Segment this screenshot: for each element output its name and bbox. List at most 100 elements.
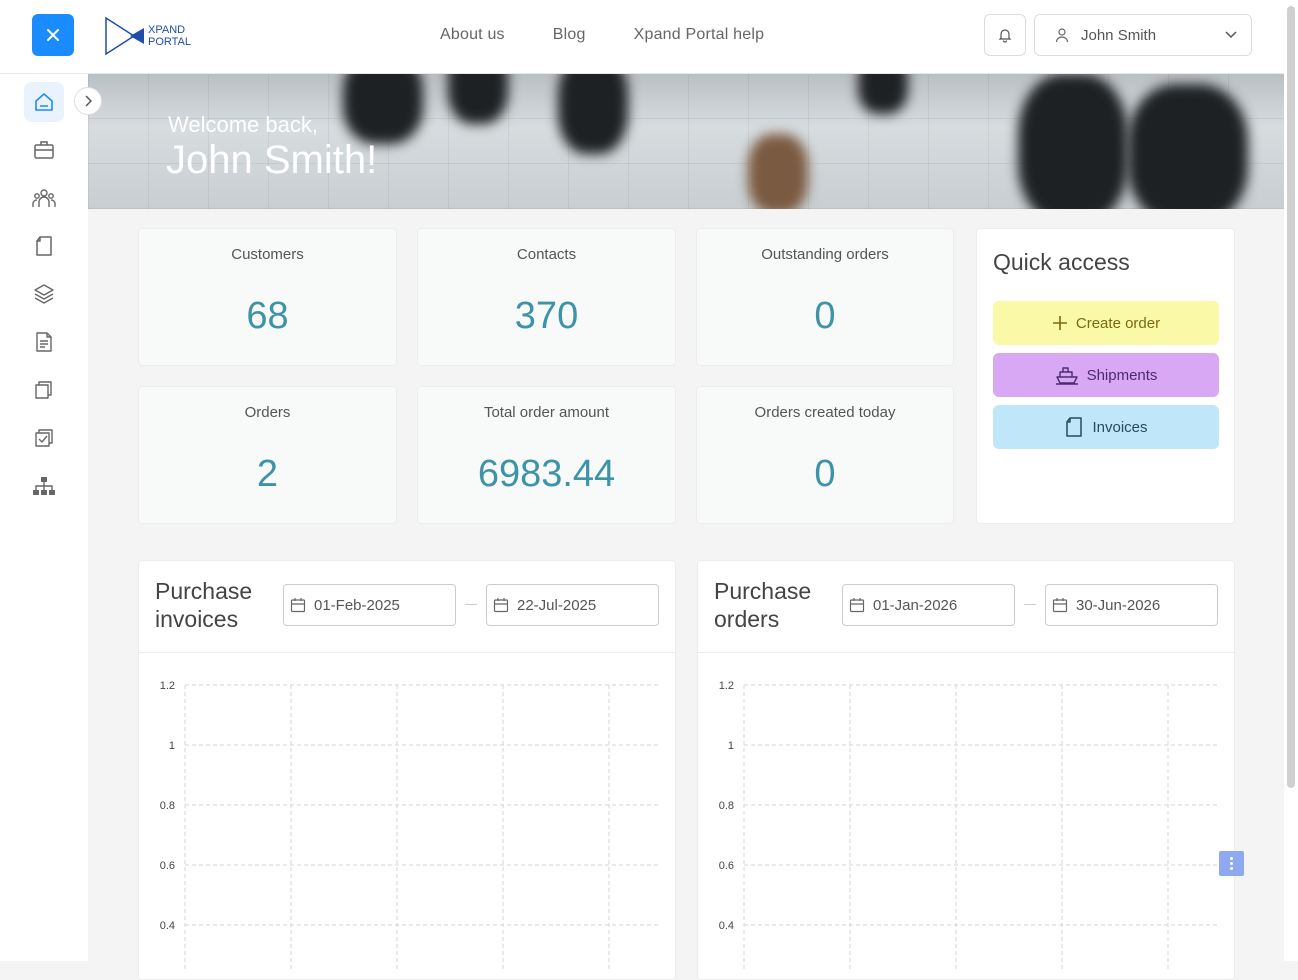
file-text-icon <box>36 332 52 352</box>
stat-card-outstanding-orders[interactable]: Outstanding orders 0 <box>696 228 954 366</box>
stat-card-customers[interactable]: Customers 68 <box>138 228 397 366</box>
stat-value: 6983.44 <box>477 453 616 495</box>
svg-text:PORTAL: PORTAL <box>148 36 191 48</box>
people-icon <box>32 189 56 207</box>
folders-icon <box>35 381 52 399</box>
panel-title: Purchase orders <box>714 578 812 632</box>
panel-title: Purchase invoices <box>155 578 253 632</box>
plus-icon <box>1052 316 1067 330</box>
sidebar-item-documents[interactable] <box>24 226 64 266</box>
ship-icon <box>1055 367 1078 385</box>
y-tick-label: 0.6 <box>719 860 734 872</box>
quick-access-title: Quick access <box>993 249 1130 275</box>
nav-about-us[interactable]: About us <box>440 26 505 44</box>
layers-icon <box>34 284 54 304</box>
y-tick-label: 0.8 <box>719 800 734 812</box>
sidebar-item-home[interactable] <box>24 82 64 122</box>
xpand-portal-logo[interactable]: XPAND PORTAL <box>104 16 204 56</box>
calendar-icon <box>493 598 509 613</box>
sidebar <box>0 74 88 961</box>
top-nav: About us Blog Xpand Portal help <box>440 26 764 44</box>
sidebar-item-organization[interactable] <box>24 466 64 506</box>
stat-card-orders-created-today[interactable]: Orders created today 0 <box>696 386 954 524</box>
date-to-input[interactable]: 30-Jun-2026 <box>1045 584 1218 626</box>
stat-value: 68 <box>246 295 289 337</box>
create-order-button[interactable]: Create order <box>993 301 1219 345</box>
sidebar-item-contacts[interactable] <box>24 178 64 218</box>
expand-sidebar-button[interactable] <box>74 87 102 115</box>
sidebar-item-items[interactable] <box>24 274 64 314</box>
svg-text:XPAND: XPAND <box>148 24 185 36</box>
user-menu[interactable]: John Smith <box>1034 14 1252 56</box>
y-tick-label: 1 <box>169 740 175 752</box>
date-from-value: 01-Jan-2026 <box>873 596 958 614</box>
date-from-input[interactable]: 01-Jan-2026 <box>842 584 1015 626</box>
stat-value: 370 <box>514 295 579 337</box>
user-name: John Smith <box>1081 26 1157 44</box>
create-order-label: Create order <box>1075 314 1161 332</box>
stat-label: Contacts <box>516 246 577 263</box>
checklist-icon <box>35 429 53 447</box>
user-icon <box>1055 28 1069 43</box>
calendar-icon <box>290 598 306 613</box>
calendar-icon <box>849 598 865 613</box>
chevron-down-icon <box>1225 31 1237 39</box>
stat-card-orders[interactable]: Orders 2 <box>138 386 397 524</box>
invoices-button[interactable]: Invoices <box>993 405 1219 449</box>
more-options-button[interactable] <box>1219 851 1244 876</box>
invoices-label: Invoices <box>1092 418 1148 436</box>
purchase-orders-panel: Purchase orders 01-Jan-2026 30-Jun-2026 … <box>697 560 1235 980</box>
y-tick-label: 1.2 <box>160 680 175 692</box>
y-tick-label: 1 <box>728 740 734 752</box>
shipments-button[interactable]: Shipments <box>993 353 1219 397</box>
scrollbar-thumb[interactable] <box>1287 6 1295 788</box>
date-range-separator <box>1024 604 1036 605</box>
date-to-value: 30-Jun-2026 <box>1076 596 1161 614</box>
sidebar-item-tasks[interactable] <box>24 418 64 458</box>
welcome-name: John Smith! <box>166 138 378 182</box>
notifications-button[interactable] <box>984 14 1026 56</box>
bell-icon <box>998 29 1012 43</box>
nav-blog[interactable]: Blog <box>553 26 586 44</box>
y-tick-label: 0.4 <box>719 920 734 932</box>
stat-label: Total order amount <box>483 404 610 421</box>
stat-label: Outstanding orders <box>761 246 889 263</box>
date-to-input[interactable]: 22-Jul-2025 <box>486 584 659 626</box>
date-from-input[interactable]: 01-Feb-2025 <box>283 584 456 626</box>
stat-value: 0 <box>814 453 836 495</box>
shipments-label: Shipments <box>1086 366 1158 384</box>
welcome-text: Welcome back, <box>168 112 318 137</box>
y-tick-label: 1.2 <box>719 680 734 692</box>
close-menu-button[interactable] <box>32 14 74 56</box>
top-bar: XPAND PORTAL About us Blog Xpand Portal … <box>0 0 1284 74</box>
stat-label: Customers <box>231 246 304 263</box>
purchase-invoices-chart: 1.2 1 0.8 0.6 0.4 <box>160 680 659 971</box>
stat-card-total-order-amount[interactable]: Total order amount 6983.44 <box>417 386 676 524</box>
sidebar-item-files[interactable] <box>24 370 64 410</box>
purchase-invoices-panel: Purchase invoices 01-Feb-2025 22-Jul-202… <box>138 560 676 980</box>
nav-portal-help[interactable]: Xpand Portal help <box>634 26 765 44</box>
sidebar-item-projects[interactable] <box>24 130 64 170</box>
stat-label: Orders <box>244 404 291 421</box>
chevron-right-icon <box>85 95 92 107</box>
stat-card-contacts[interactable]: Contacts 370 <box>417 228 676 366</box>
date-to-value: 22-Jul-2025 <box>517 596 597 614</box>
welcome-banner: Welcome back, John Smith! <box>88 74 1284 209</box>
date-from-value: 01-Feb-2025 <box>314 596 400 614</box>
sidebar-item-invoices[interactable] <box>24 322 64 362</box>
quick-access-panel: Quick access Create order Shipments Invo… <box>976 228 1235 524</box>
stat-value: 0 <box>814 295 836 337</box>
calendar-icon <box>1052 598 1068 613</box>
home-icon <box>35 93 53 111</box>
page-scrollbar[interactable] <box>1284 0 1298 961</box>
purchase-orders-chart: 1.2 1 0.8 0.6 0.4 <box>719 680 1218 971</box>
stat-label: Orders created today <box>754 404 896 421</box>
sitemap-icon <box>33 477 55 495</box>
y-tick-label: 0.8 <box>160 800 175 812</box>
date-range-separator <box>465 604 477 605</box>
close-icon <box>47 29 59 41</box>
document-icon <box>1066 417 1083 437</box>
briefcase-icon <box>34 141 54 159</box>
document-icon <box>36 236 52 256</box>
y-tick-label: 0.4 <box>160 920 175 932</box>
